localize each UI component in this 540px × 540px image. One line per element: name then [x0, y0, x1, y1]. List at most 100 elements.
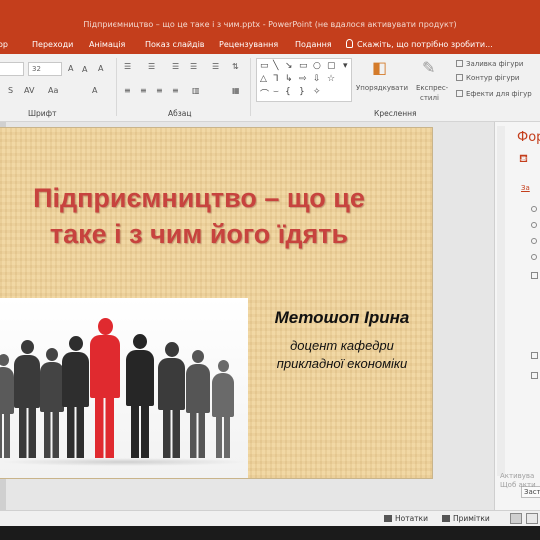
shapes-gallery[interactable]: ▭ ╲ ↘ ▭ ○ ▢ △ ᒣ ↳ ⇨ ⇩ ☆ ⌒ ⌣ { } ✧ ▾ — [256, 58, 352, 102]
arrange-button[interactable]: Упорядкувати — [356, 84, 408, 92]
tile-checkbox[interactable] — [531, 372, 538, 379]
normal-view-button[interactable] — [510, 513, 522, 524]
shape-effects-button[interactable]: Ефекти для фігур — [456, 90, 532, 98]
author-role-line1: доцент кафедри — [290, 338, 394, 353]
font-name-field[interactable] — [0, 62, 24, 76]
star-shape-icon[interactable]: ☆ — [327, 74, 335, 84]
down-arrow-shape-icon[interactable]: ⇩ — [313, 74, 321, 84]
person-head — [98, 318, 113, 335]
columns-icon[interactable]: ▥ — [192, 86, 200, 95]
font-color-icon[interactable]: A — [92, 86, 97, 95]
justify-icon[interactable]: ≡ — [172, 86, 179, 95]
business-people-image[interactable] — [0, 298, 248, 478]
quick-styles-button-line2[interactable]: стилі — [420, 94, 439, 102]
strikethrough-icon[interactable]: S — [8, 86, 13, 95]
person-legs — [216, 415, 230, 458]
arrow-shape-icon[interactable]: ↘ — [285, 61, 293, 71]
case-icon[interactable]: Aa — [48, 86, 58, 95]
person-legs — [0, 412, 10, 458]
align-left-icon[interactable]: ≡ — [124, 86, 131, 95]
fill-bucket-icon[interactable]: ⛾ — [519, 152, 528, 167]
bullets-icon[interactable]: ☰ — [124, 62, 131, 71]
line-spacing-icon[interactable]: ☰ — [212, 62, 219, 71]
text-direction-icon[interactable]: ⇅ — [232, 62, 239, 71]
floor-shadow — [0, 458, 248, 466]
activation-watermark: Активува Щоб акти — [500, 472, 536, 490]
star4-shape-icon[interactable]: ✧ — [313, 87, 321, 97]
person-head — [69, 336, 83, 351]
person-torso — [14, 355, 40, 408]
clear-format-icon[interactable]: A — [98, 64, 103, 73]
fill-radio-3[interactable] — [531, 238, 537, 244]
line-shape-icon[interactable]: ╲ — [273, 61, 278, 71]
increase-font-icon[interactable]: A — [68, 64, 73, 73]
fill-section-header[interactable]: За — [521, 184, 530, 192]
increase-indent-icon[interactable]: ☰ — [190, 62, 197, 71]
quick-styles-icon[interactable]: ✎ — [422, 58, 435, 77]
right-arrow-shape-icon[interactable]: ⇨ — [299, 74, 307, 84]
char-spacing-icon[interactable]: AV — [24, 86, 34, 95]
curve-shape-icon[interactable]: ⌒ — [260, 87, 269, 100]
slide-title[interactable]: Підприємництво – що це таке і з чим його… — [0, 180, 398, 252]
tell-me-box[interactable]: Скажіть, що потрібно зробити... — [346, 39, 493, 49]
smartart-icon[interactable]: ▦ — [232, 86, 240, 95]
tab-view[interactable]: Подання — [295, 40, 332, 49]
fill-checkbox[interactable] — [531, 272, 538, 279]
decrease-font-icon[interactable]: A — [82, 65, 87, 74]
ribbon-separator — [250, 58, 251, 116]
triangle-shape-icon[interactable]: △ — [260, 74, 267, 84]
quick-styles-button-line1[interactable]: Експрес- — [416, 84, 448, 92]
comments-label: Примітки — [453, 514, 490, 523]
author-role[interactable]: доцент кафедри прикладної економіки — [252, 337, 432, 373]
person-figure — [14, 340, 40, 458]
font-size-field[interactable]: 32 — [28, 62, 62, 76]
hide-background-checkbox[interactable] — [531, 352, 538, 359]
slide-sorter-button[interactable] — [526, 513, 538, 524]
person-torso — [62, 352, 89, 407]
oval-shape-icon[interactable]: ○ — [313, 61, 321, 71]
person-torso — [40, 362, 64, 412]
tab-design[interactable]: ор — [0, 40, 8, 49]
person-legs — [19, 406, 36, 458]
slide-canvas[interactable]: Підприємництво – що це таке і з чим його… — [0, 128, 432, 478]
align-center-icon[interactable]: ≡ — [140, 86, 147, 95]
person-legs — [44, 410, 59, 458]
paint-bucket-icon — [456, 60, 463, 67]
comments-button[interactable]: Примітки — [442, 514, 490, 523]
rounded-rect-shape-icon[interactable]: ▢ — [327, 61, 336, 71]
fill-radio-4[interactable] — [531, 254, 537, 260]
elbow-shape-icon[interactable]: ↳ — [285, 74, 293, 84]
align-right-icon[interactable]: ≡ — [156, 86, 163, 95]
brace-shape-icon[interactable]: { — [285, 87, 291, 97]
connector-shape-icon[interactable]: ᒣ — [273, 74, 279, 84]
fill-radio-1[interactable] — [531, 206, 537, 212]
tab-animation[interactable]: Анімація — [89, 40, 125, 49]
tab-transitions[interactable]: Переходи — [32, 40, 73, 49]
person-legs — [163, 408, 180, 458]
tell-me-text: Скажіть, що потрібно зробити... — [357, 40, 493, 49]
tab-slideshow[interactable]: Показ слайдів — [145, 40, 205, 49]
arrange-icon[interactable]: ◧ — [372, 58, 387, 77]
font-size-value: 32 — [32, 65, 41, 73]
rectangle-shape-icon[interactable]: ▭ — [299, 61, 308, 71]
notes-button[interactable]: Нотатки — [384, 514, 428, 523]
numbering-icon[interactable]: ☰ — [148, 62, 155, 71]
effects-icon — [456, 90, 463, 97]
arc-shape-icon[interactable]: ⌣ — [273, 87, 279, 97]
watermark-line2: Щоб акти — [500, 481, 536, 489]
tab-review[interactable]: Рецензування — [219, 40, 278, 49]
ribbon-separator — [116, 58, 117, 116]
gallery-more-icon[interactable]: ▾ — [343, 61, 348, 71]
status-bar: Нотатки Примітки — [0, 510, 540, 526]
shape-fill-button[interactable]: Заливка фігури — [456, 60, 523, 68]
shape-outline-button[interactable]: Контур фігури — [456, 74, 519, 82]
fill-radio-2[interactable] — [531, 222, 537, 228]
textbox-shape-icon[interactable]: ▭ — [260, 61, 269, 71]
person-legs — [67, 405, 84, 458]
decrease-indent-icon[interactable]: ☰ — [172, 62, 179, 71]
person-torso — [186, 364, 210, 413]
format-pane-title: Фор — [517, 130, 540, 145]
brace-right-shape-icon[interactable]: } — [299, 87, 305, 97]
author-name[interactable]: Метошоп Ірина — [252, 308, 432, 328]
slide-scrollbar[interactable] — [497, 126, 505, 476]
